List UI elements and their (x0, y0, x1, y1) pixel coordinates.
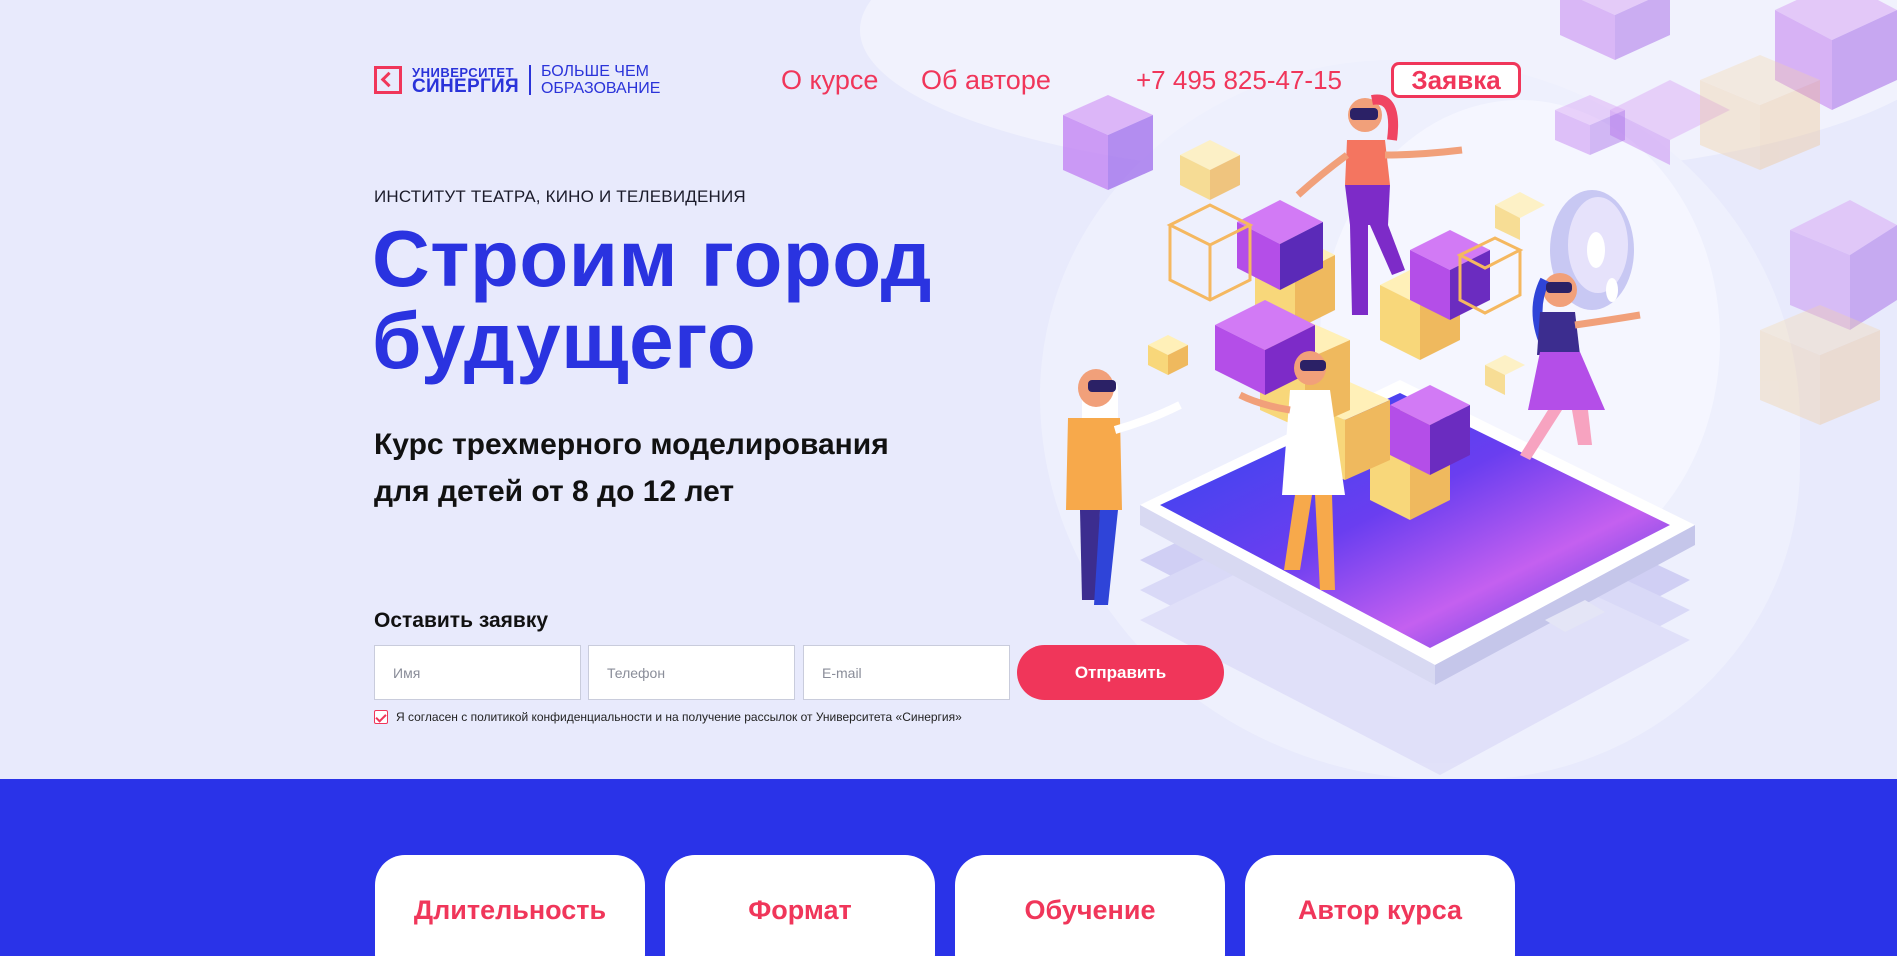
apply-button[interactable]: Заявка (1391, 62, 1521, 98)
submit-button[interactable]: Отправить (1017, 645, 1224, 700)
synergy-logo[interactable]: УНИВЕРСИТЕТ СИНЕРГИЯ БОЛЬШЕ ЧЕМ ОБРАЗОВА… (374, 62, 660, 98)
phone-link[interactable]: +7 495 825-47-15 (1136, 64, 1342, 96)
page-subtitle: Курс трехмерного моделирования для детей… (374, 428, 889, 508)
institute-label: ИНСТИТУТ ТЕАТРА, КИНО И ТЕЛЕВИДЕНИЯ (374, 187, 746, 206)
hero-section: УНИВЕРСИТЕТ СИНЕРГИЯ БОЛЬШЕ ЧЕМ ОБРАЗОВА… (0, 0, 1897, 779)
logo-divider (528, 65, 531, 95)
email-input[interactable] (803, 645, 1010, 700)
info-card-title: Формат (748, 895, 852, 925)
consent-row: Я согласен с политикой конфиденциальност… (374, 710, 962, 724)
nav-link-about-course[interactable]: О курсе (781, 64, 878, 96)
info-card-format: Формат (665, 855, 935, 956)
consent-text: Я согласен с политикой конфиденциальност… (396, 710, 962, 724)
info-card-education: Обучение (955, 855, 1225, 956)
info-card-title: Автор курса (1297, 895, 1463, 925)
consent-checkbox[interactable] (374, 710, 388, 724)
logo-mark-icon (374, 66, 402, 94)
info-card-author: Автор курса (1245, 855, 1515, 956)
decorative-cube (1790, 200, 1897, 330)
form-heading: Оставить заявку (374, 609, 549, 632)
info-card-title: Обучение (1024, 895, 1156, 925)
hero-background-shape (1320, 100, 1720, 580)
course-info-section (0, 779, 1897, 956)
logo-slogan: БОЛЬШЕ ЧЕМ ОБРАЗОВАНИЕ (540, 63, 661, 97)
logo-synergy-text: СИНЕРГИЯ (412, 76, 519, 97)
name-input[interactable] (374, 645, 581, 700)
page-title: Строим город будущего (372, 214, 932, 385)
info-card-duration: Длительность (375, 855, 645, 956)
nav-link-about-author[interactable]: Об авторе (921, 64, 1051, 96)
phone-input[interactable] (588, 645, 795, 700)
info-card-title: Длительность (413, 895, 607, 925)
